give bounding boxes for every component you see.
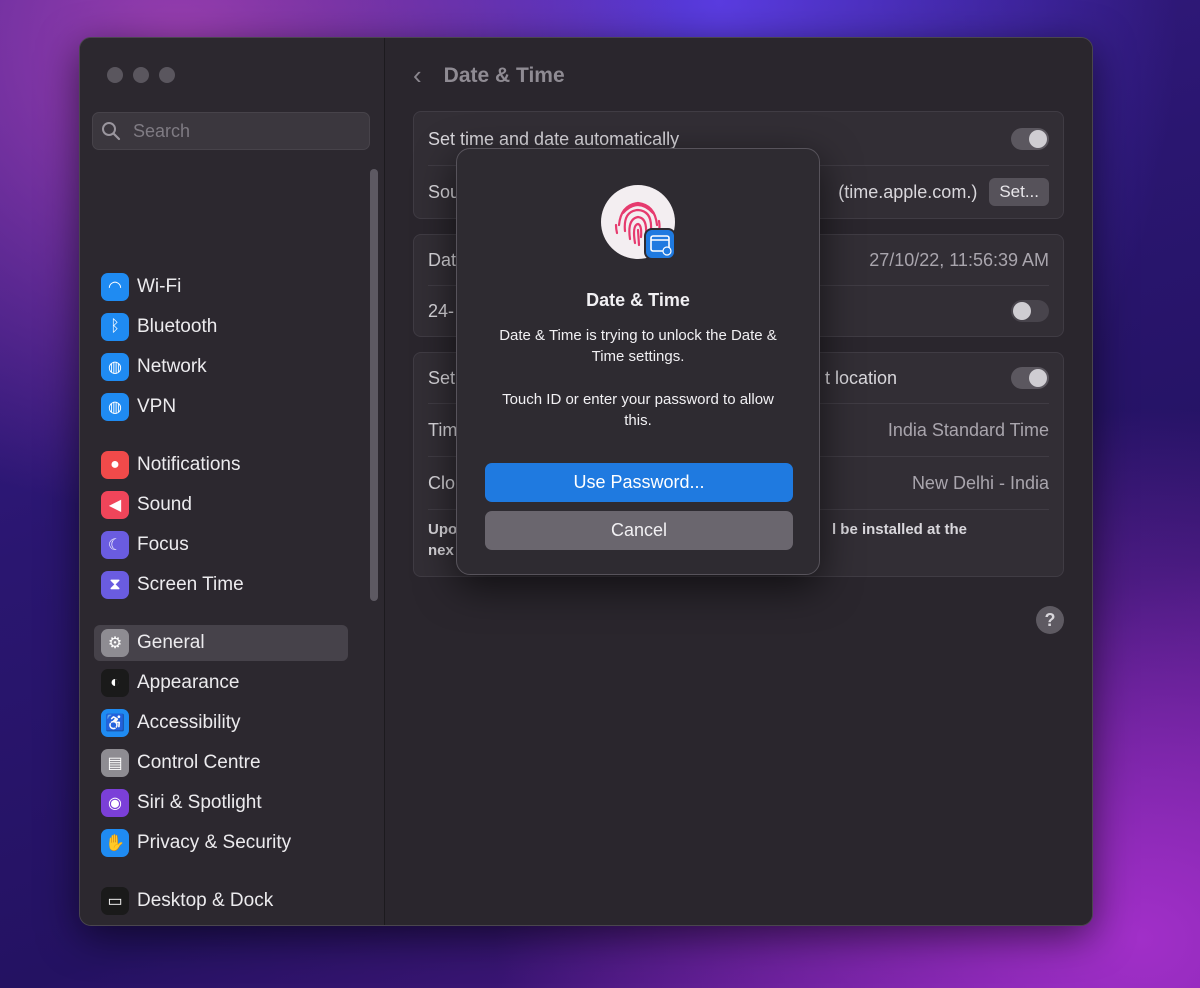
set-time-zone-label-tail: t location — [824, 367, 897, 388]
search-field[interactable] — [92, 112, 370, 150]
sidebar-item-label: General — [137, 632, 205, 653]
sidebar-item-appearance[interactable]: ◐ Appearance — [94, 665, 348, 701]
title-bar: ‹ Date & Time — [413, 60, 565, 91]
sidebar-item-notifications[interactable]: ● Notifications — [94, 447, 348, 483]
sidebar-item-label: Sound — [137, 494, 192, 515]
sidebar-item-label: Network — [137, 356, 207, 377]
update-note-tail: l be installed at the — [831, 521, 967, 538]
sidebar-item-sound[interactable]: ◀ Sound — [94, 487, 348, 523]
general-icon: ⚙ — [101, 629, 129, 657]
sound-icon: ◀ — [101, 491, 129, 519]
sidebar-item-label: Appearance — [137, 672, 240, 693]
sidebar-item-label: VPN — [137, 396, 177, 417]
network-icon: ◍ — [101, 353, 129, 381]
appearance-icon: ◐ — [101, 669, 129, 697]
time-zone-label: Tim — [428, 419, 458, 440]
focus-icon: ☾ — [101, 531, 129, 559]
auto-time-zone-toggle[interactable] — [1011, 367, 1049, 389]
sidebar-item-label: Bluetooth — [137, 316, 218, 337]
vpn-icon: ◍ — [101, 393, 129, 421]
sidebar-item-label: Focus — [137, 534, 189, 555]
back-chevron-icon[interactable]: ‹ — [413, 60, 422, 91]
sidebar-item-focus[interactable]: ☾ Focus — [94, 527, 348, 563]
sidebar-item-label: Privacy & Security — [137, 832, 292, 853]
sidebar-item-label: Wi-Fi — [137, 276, 182, 297]
sidebar-item-privacy-security[interactable]: ✋ Privacy & Security — [94, 825, 348, 861]
sidebar-item-wi-fi[interactable]: ◠ Wi-Fi — [94, 269, 348, 305]
set-time-zone-label: Set — [428, 367, 456, 388]
wifi-icon: ◠ — [101, 273, 129, 301]
sidebar-item-siri-spotlight[interactable]: ◉ Siri & Spotlight — [94, 785, 348, 821]
24-hour-label: 24- — [428, 300, 455, 321]
sidebar-item-label: Accessibility — [137, 712, 241, 733]
touch-id-fingerprint-icon — [601, 185, 679, 263]
sidebar-item-label: Screen Time — [137, 574, 244, 595]
page-title: Date & Time — [443, 63, 565, 87]
search-icon — [102, 122, 121, 141]
closest-city-label: Clo — [428, 472, 456, 493]
sidebar-item-network[interactable]: ◍ Network — [94, 349, 348, 385]
privacy-icon: ✋ — [101, 829, 129, 857]
notifications-icon: ● — [101, 451, 129, 479]
window-controls — [107, 67, 175, 83]
sidebar-item-desktop-dock[interactable]: ▭ Desktop & Dock — [94, 883, 348, 919]
sidebar-item-label: Desktop & Dock — [137, 890, 274, 911]
sidebar: ◠ Wi-Fi ᛒ Bluetooth ◍ Network ◍ VPN ● Notificatio… — [80, 38, 385, 925]
close-button[interactable] — [107, 67, 123, 83]
authentication-dialog: Date & Time Date & Time is trying to unl… — [456, 148, 820, 575]
accessibility-icon: ♿ — [101, 709, 129, 737]
help-button[interactable]: ? — [1036, 606, 1064, 634]
siri-icon: ◉ — [101, 789, 129, 817]
control-centre-icon: ▤ — [101, 749, 129, 777]
date-value[interactable]: 27/10/22, 11:56:39 AM — [869, 250, 1049, 271]
sidebar-item-bluetooth[interactable]: ᛒ Bluetooth — [94, 309, 348, 345]
sidebar-item-vpn[interactable]: ◍ VPN — [94, 389, 348, 425]
auto-time-label: Set time and date automatically — [428, 128, 680, 149]
sidebar-item-label: Siri & Spotlight — [137, 792, 262, 813]
sidebar-item-accessibility[interactable]: ♿ Accessibility — [94, 705, 348, 741]
update-note-line2: nex — [428, 542, 454, 559]
sidebar-item-label: Notifications — [137, 454, 241, 475]
sidebar-item-label: Control Centre — [137, 752, 261, 773]
screen-time-icon: ⧗ — [101, 571, 129, 599]
dialog-title: Date & Time — [586, 290, 690, 310]
sidebar-item-displays[interactable]: ☀Displays — [94, 923, 348, 925]
update-note-line1: Upo — [428, 521, 458, 538]
desktop-dock-icon: ▭ — [101, 887, 129, 915]
24-hour-toggle[interactable] — [1011, 300, 1049, 322]
sidebar-scrollbar[interactable] — [370, 169, 378, 601]
set-source-button[interactable]: Set... — [989, 178, 1049, 206]
use-password-button[interactable]: Use Password... — [485, 463, 793, 502]
date-label: Dat — [428, 249, 457, 270]
search-input[interactable] — [131, 119, 355, 143]
auto-time-toggle[interactable] — [1011, 128, 1049, 150]
closest-city-value: New Delhi - India — [911, 472, 1049, 493]
cancel-button[interactable]: Cancel — [485, 511, 793, 550]
zoom-button[interactable] — [159, 67, 175, 83]
minimize-button[interactable] — [133, 67, 149, 83]
source-value: (time.apple.com.) — [838, 181, 978, 202]
dialog-instruction: Touch ID or enter your password to allow… — [502, 391, 774, 429]
dialog-message: Date & Time is trying to unlock the Date… — [499, 327, 777, 365]
sidebar-item-general[interactable]: ⚙ General — [94, 625, 348, 661]
bluetooth-icon: ᛒ — [101, 313, 129, 341]
time-zone-value: India Standard Time — [887, 419, 1049, 440]
sidebar-item-control-centre[interactable]: ▤ Control Centre — [94, 745, 348, 781]
sidebar-item-screen-time[interactable]: ⧗ Screen Time — [94, 567, 348, 603]
